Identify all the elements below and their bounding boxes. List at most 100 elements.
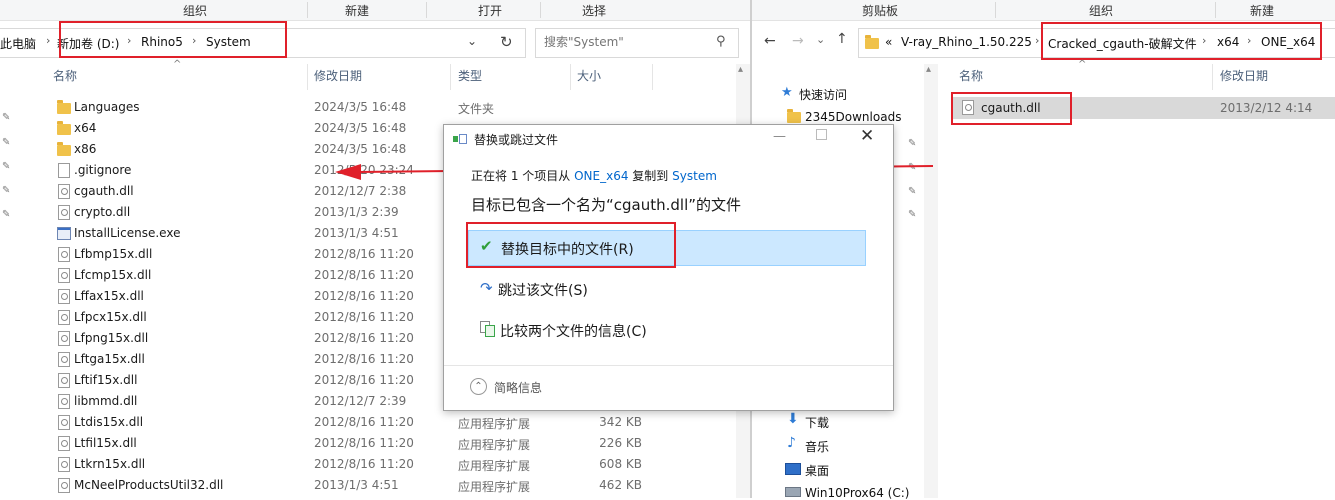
file-name: InstallLicense.exe xyxy=(74,226,181,240)
nav-quick-access[interactable]: 快速访问 xyxy=(799,86,847,103)
compare-option[interactable]: 比较两个文件的信息(C) xyxy=(468,313,864,347)
refresh-button[interactable]: ↻ xyxy=(493,28,523,58)
sort-ascending-icon: ^ xyxy=(1078,59,1087,70)
column-header-name[interactable]: 名称 xyxy=(53,67,77,84)
column-header-date[interactable]: 修改日期 xyxy=(314,67,362,84)
folder-icon xyxy=(57,142,71,156)
breadcrumb-overflow[interactable]: « xyxy=(885,35,892,49)
file-date: 2012/8/16 11:20 xyxy=(314,352,414,366)
conflict-message: 目标已包含一个名为“cgauth.dll”的文件 xyxy=(471,196,742,214)
column-divider[interactable] xyxy=(1212,64,1213,90)
folder-icon xyxy=(865,35,879,49)
file-type: 应用程序扩展 xyxy=(458,417,531,431)
breadcrumb-separator-icon: › xyxy=(46,34,51,47)
file-name: Lfpcx15x.dll xyxy=(74,310,147,324)
skip-arrow-icon: ↷ xyxy=(480,279,493,297)
ribbon-group-organize[interactable]: 组织 xyxy=(1089,2,1113,19)
destination-folder-link[interactable]: System xyxy=(672,169,717,183)
table-row[interactable]: Ltkrn15x.dll 2012/8/16 11:20 应用程序扩展 608 KB xyxy=(0,454,736,475)
folder-icon xyxy=(787,109,801,123)
file-type: 应用程序扩展 xyxy=(458,438,531,452)
ribbon-divider xyxy=(995,2,996,18)
address-dropdown-icon[interactable]: ⌄ xyxy=(467,34,477,48)
dll-file-icon xyxy=(58,415,70,430)
ribbon-group-open[interactable]: 打开 xyxy=(478,2,502,19)
ribbon-group-clipboard[interactable]: 剪贴板 xyxy=(862,2,898,19)
ribbon-group-organize[interactable]: 组织 xyxy=(183,2,207,19)
file-type: 应用程序扩展 xyxy=(458,480,531,494)
skip-option[interactable]: ↷ 跳过该文件(S) xyxy=(468,272,864,306)
dll-file-icon xyxy=(58,436,70,451)
nav-music[interactable]: 音乐 xyxy=(805,438,829,455)
forward-button[interactable]: → xyxy=(792,33,804,49)
history-dropdown-icon[interactable]: ⌄ xyxy=(816,33,825,46)
file-size: 462 KB xyxy=(599,478,642,492)
breadcrumb-this-pc[interactable]: 此电脑 xyxy=(0,35,36,52)
file-name: Lfbmp15x.dll xyxy=(74,247,153,261)
scroll-up-icon[interactable]: ▴ xyxy=(738,64,743,75)
column-header-type[interactable]: 类型 xyxy=(458,67,482,84)
dll-file-icon xyxy=(58,394,70,409)
right-nav-scrollbar[interactable]: ▴ xyxy=(924,64,938,498)
dialog-title: 替换或跳过文件 xyxy=(474,133,559,147)
minimize-button[interactable]: — xyxy=(773,129,786,144)
chevron-up-icon: ⌃ xyxy=(470,378,487,395)
right-file-highlight xyxy=(951,92,1072,125)
breadcrumb-vray-rhino[interactable]: V-ray_Rhino_1.50.225 xyxy=(901,35,1032,49)
column-header-size[interactable]: 大小 xyxy=(577,67,601,84)
table-row[interactable]: Languages 2024/3/5 16:48 文件夹 xyxy=(0,97,736,118)
table-row[interactable]: Ltfil15x.dll 2012/8/16 11:20 应用程序扩展 226 KB xyxy=(0,433,736,454)
search-input[interactable] xyxy=(542,34,706,50)
file-name: x86 xyxy=(74,142,97,156)
source-folder-link[interactable]: ONE_x64 xyxy=(574,169,628,183)
dll-file-icon xyxy=(58,268,70,283)
file-icon xyxy=(58,163,70,178)
dll-file-icon xyxy=(58,310,70,325)
up-button[interactable]: ↑ xyxy=(836,31,848,47)
column-divider[interactable] xyxy=(450,64,451,90)
column-divider[interactable] xyxy=(652,64,653,90)
file-name: Lftif15x.dll xyxy=(74,373,138,387)
column-header-name[interactable]: 名称 xyxy=(959,67,983,84)
file-name: Lffax15x.dll xyxy=(74,289,144,303)
music-icon: ♪ xyxy=(787,435,796,451)
nav-downloads[interactable]: 下载 xyxy=(805,414,829,431)
nav-2345downloads[interactable]: 2345Downloads xyxy=(805,110,901,124)
exe-file-icon xyxy=(57,227,71,240)
file-name: Ltdis15x.dll xyxy=(74,415,144,429)
maximize-button[interactable] xyxy=(816,129,827,140)
column-divider[interactable] xyxy=(307,64,308,90)
compare-files-icon xyxy=(480,321,495,337)
file-name: Ltkrn15x.dll xyxy=(74,457,146,471)
search-box[interactable]: ⚲ xyxy=(535,28,739,58)
file-date: 2013/1/3 4:51 xyxy=(314,226,399,240)
right-address-highlight xyxy=(1041,22,1322,60)
file-type: 应用程序扩展 xyxy=(458,459,531,473)
file-size: 226 KB xyxy=(599,436,642,450)
file-date: 2024/3/5 16:48 xyxy=(314,121,407,135)
copy-status-mid: 复制到 xyxy=(632,169,669,183)
file-size: 342 KB xyxy=(599,415,642,429)
ribbon-group-select[interactable]: 选择 xyxy=(582,2,606,19)
search-icon[interactable]: ⚲ xyxy=(716,34,726,49)
file-date: 2012/8/16 11:20 xyxy=(314,310,414,324)
ribbon-group-new[interactable]: 新建 xyxy=(345,2,369,19)
file-name: Languages xyxy=(74,100,140,114)
ribbon-divider xyxy=(426,2,427,18)
file-date: 2013/1/3 4:51 xyxy=(314,478,399,492)
scroll-up-icon[interactable]: ▴ xyxy=(926,64,931,75)
nav-desktop[interactable]: 桌面 xyxy=(805,462,829,479)
file-date: 2012/8/16 11:20 xyxy=(314,373,414,387)
back-button[interactable]: ← xyxy=(764,33,776,49)
close-button[interactable]: ✕ xyxy=(860,126,874,146)
replace-or-skip-dialog: 替换或跳过文件 — ✕ 正在将 1 个项目从 ONE_x64 复制到 Syste… xyxy=(443,124,894,411)
table-row[interactable]: Ltdis15x.dll 2012/8/16 11:20 应用程序扩展 342 KB xyxy=(0,412,736,433)
folder-icon xyxy=(57,121,71,135)
ribbon-divider xyxy=(540,2,541,18)
file-name: crypto.dll xyxy=(74,205,131,219)
column-header-date[interactable]: 修改日期 xyxy=(1220,67,1268,84)
column-divider[interactable] xyxy=(570,64,571,90)
dll-file-icon xyxy=(58,289,70,304)
ribbon-group-new[interactable]: 新建 xyxy=(1250,2,1274,19)
table-row[interactable]: McNeelProductsUtil32.dll 2013/1/3 4:51 应用程… xyxy=(0,475,736,496)
